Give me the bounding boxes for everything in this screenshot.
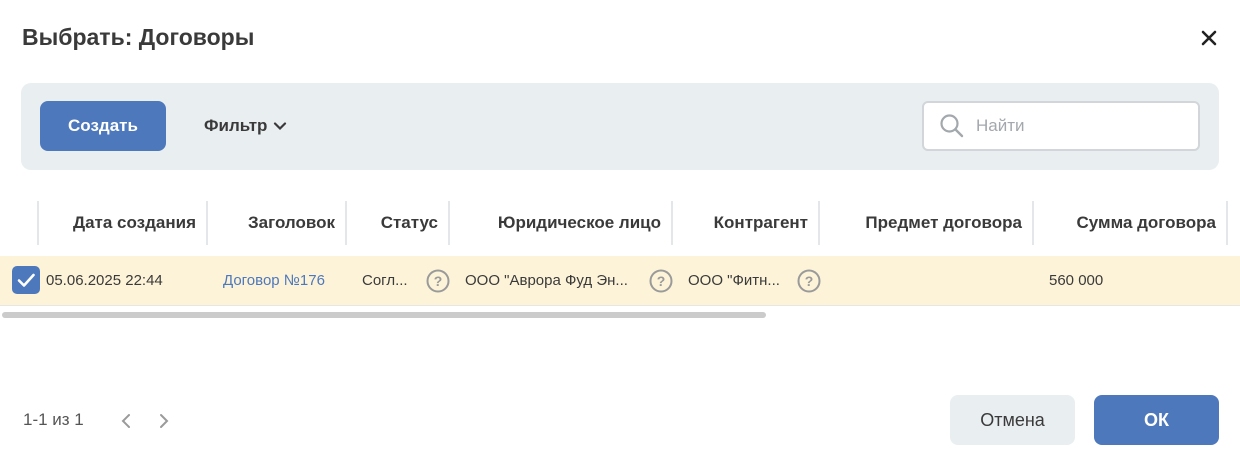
search-input[interactable] <box>974 115 1188 137</box>
scrollbar-thumb[interactable] <box>2 312 766 318</box>
column-header-legal-entity[interactable]: Юридическое лицо <box>456 195 661 251</box>
svg-text:?: ? <box>657 273 666 289</box>
toolbar: Создать Фильтр <box>21 83 1219 170</box>
search-box[interactable] <box>922 101 1200 151</box>
column-separator[interactable] <box>448 201 450 245</box>
column-separator[interactable] <box>1226 201 1228 245</box>
pagination-info: 1-1 из 1 <box>23 410 84 429</box>
checkmark-icon <box>17 273 35 287</box>
column-separator[interactable] <box>206 201 208 245</box>
column-header-title[interactable]: Заголовок <box>214 195 335 251</box>
dialog-title: Выбрать: Договоры <box>22 24 255 50</box>
chevron-down-icon <box>274 122 287 131</box>
svg-text:?: ? <box>805 273 814 289</box>
column-header-status[interactable]: Статус <box>353 195 438 251</box>
cell-amount: 560 000 <box>1049 272 1104 289</box>
cell-status: Согл... <box>362 272 408 289</box>
cell-title-link[interactable]: Договор №176 <box>223 256 325 305</box>
cell-legal-entity: ООО "Аврора Фуд Эн... <box>465 272 628 289</box>
column-separator[interactable] <box>37 201 39 245</box>
create-button[interactable]: Создать <box>40 101 166 151</box>
column-separator[interactable] <box>1032 201 1034 245</box>
column-header-counterparty[interactable]: Контрагент <box>679 195 808 251</box>
cell-date: 05.06.2025 22:44 <box>46 272 163 289</box>
row-checkbox[interactable] <box>12 266 40 294</box>
help-icon[interactable]: ? <box>426 269 450 293</box>
column-separator[interactable] <box>818 201 820 245</box>
filter-dropdown[interactable]: Фильтр <box>204 116 287 136</box>
table-row[interactable]: 05.06.2025 22:44 Договор №176 Согл... ? … <box>0 256 1240 306</box>
cancel-button[interactable]: Отмена <box>950 395 1075 445</box>
horizontal-scrollbar[interactable] <box>0 311 1240 319</box>
chevron-right-icon[interactable] <box>154 410 174 432</box>
column-separator[interactable] <box>671 201 673 245</box>
help-icon[interactable]: ? <box>649 269 673 293</box>
svg-text:?: ? <box>434 273 443 289</box>
column-header-amount[interactable]: Сумма договора <box>1040 195 1216 251</box>
ok-button[interactable]: ОК <box>1094 395 1219 445</box>
column-separator[interactable] <box>345 201 347 245</box>
column-header-subject[interactable]: Предмет договора <box>826 195 1022 251</box>
help-icon[interactable]: ? <box>797 269 821 293</box>
filter-label: Фильтр <box>204 116 268 135</box>
column-header-date[interactable]: Дата создания <box>44 195 196 251</box>
search-icon <box>940 114 964 138</box>
cell-counterparty: ООО "Фитн... <box>688 272 780 289</box>
table-header: Дата создания Заголовок Статус Юридическ… <box>0 195 1240 251</box>
chevron-left-icon[interactable] <box>116 410 136 432</box>
close-icon[interactable] <box>1198 27 1220 49</box>
